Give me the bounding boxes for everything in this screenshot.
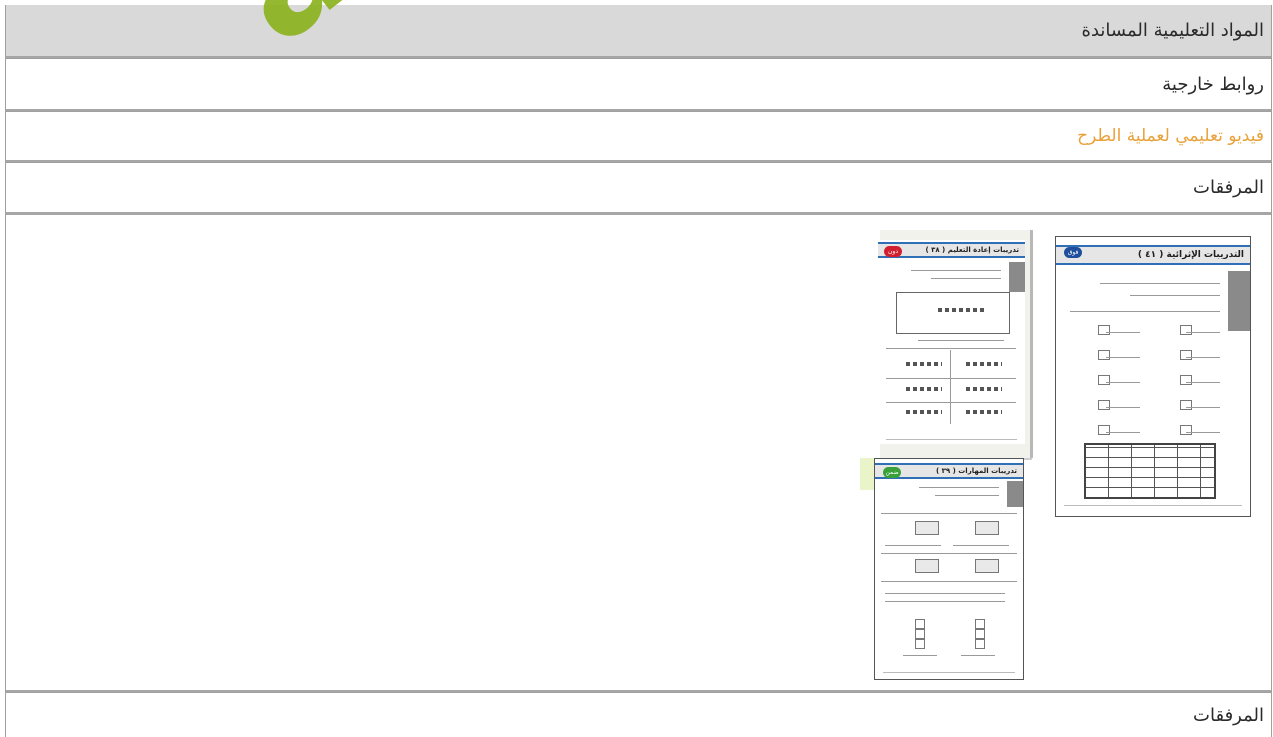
attachments-title-1: المرفقات [1193,177,1264,198]
video-link[interactable]: فيديو تعليمي لعملية الطرح [1077,126,1264,146]
materials-header: المواد التعليمية المساندة [6,5,1271,56]
attachments-title-2: المرفقات [1193,705,1264,726]
worksheet-badge: فوق [1064,247,1082,258]
worksheet-title: تدريبات المهارات ( ٣٩ ) [936,467,1017,475]
external-links-row: روابط خارجية [6,58,1271,109]
video-link-row: فيديو تعليمي لعملية الطرح [6,111,1271,160]
external-links-title: روابط خارجية [1162,73,1264,95]
attachments-thumbnails: التدريبات الإثرائية ( ٤١ ) فوق تدريبات إ… [6,214,1271,690]
worksheet-badge: دون [884,246,902,257]
worksheet-thumbnail-skills[interactable]: تدريبات المهارات ( ٣٩ ) ضمن [874,458,1024,680]
attachments-row-1: المرفقات [6,162,1271,212]
worksheet-title: تدريبات إعادة التعليم ( ٣٨ ) [925,246,1019,254]
worksheet-thumbnail-reteach[interactable]: تدريبات إعادة التعليم ( ٣٨ ) دون [878,240,1025,444]
worksheet-edge [1030,230,1033,458]
worksheet-title: التدريبات الإثرائية ( ٤١ ) [1137,250,1244,260]
attachments-row-2: المرفقات [6,692,1271,737]
worksheet-badge: ضمن [883,467,901,478]
materials-panel: المواد التعليمية المساندة روابط خارجية ف… [5,5,1272,737]
worksheet-thumbnail-enrichment[interactable]: التدريبات الإثرائية ( ٤١ ) فوق [1055,236,1251,517]
materials-header-title: المواد التعليمية المساندة [1081,20,1264,41]
page: المواد التعليمية المساندة روابط خارجية ف… [0,0,1273,737]
